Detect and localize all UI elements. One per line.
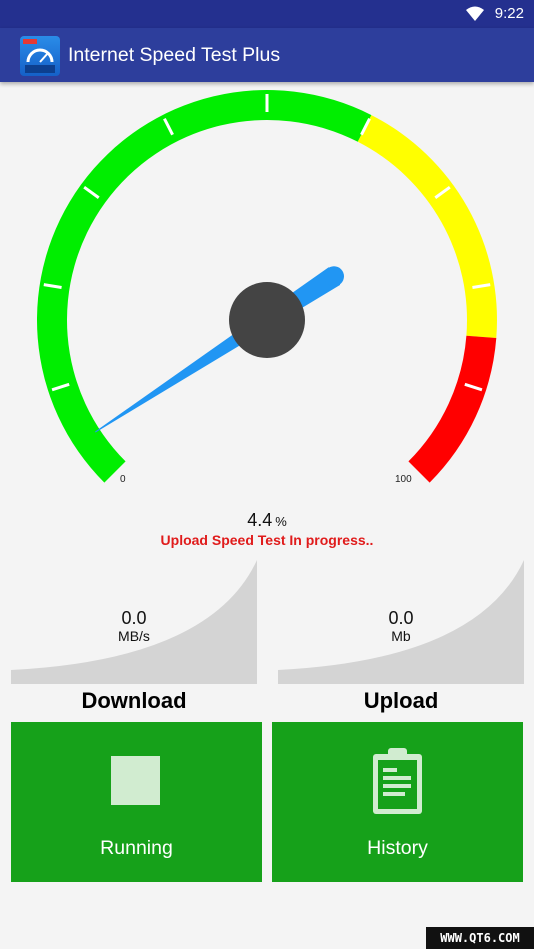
stop-icon <box>111 756 160 805</box>
history-button-label: History <box>367 837 428 859</box>
gauge-hub <box>229 282 305 358</box>
upload-meter: 0.0 Mb <box>278 560 524 684</box>
progress-percent-value: 4.4 <box>247 510 273 530</box>
wifi-icon <box>466 6 484 21</box>
app-title: Internet Speed Test Plus <box>68 44 281 66</box>
upload-unit: Mb <box>391 628 411 644</box>
gauge-red-zone <box>408 335 497 483</box>
gauge-dial <box>37 90 497 483</box>
upload-label: Upload <box>363 688 439 713</box>
gauge-max-label: 100 <box>395 474 412 485</box>
gauge-needle <box>95 267 341 433</box>
status-time: 9:22 <box>494 5 524 22</box>
download-meter: 0.0 MB/s <box>11 560 257 684</box>
gauge-yellow-zone <box>357 115 497 339</box>
gauge-min-label: 0 <box>120 474 126 485</box>
progress-status-text: Upload Speed Test In progress.. <box>160 532 374 548</box>
upload-value: 0.0 <box>388 608 414 628</box>
download-value: 0.0 <box>121 608 147 628</box>
watermark: WWW.QT6.COM <box>426 927 534 949</box>
clipboard-icon <box>373 748 422 814</box>
status-bar: 9:22 <box>0 0 534 28</box>
download-unit: MB/s <box>118 628 150 644</box>
app-bar: Internet Speed Test Plus <box>0 28 534 82</box>
download-label: Download <box>81 688 187 713</box>
progress-percent: 4.4% <box>0 510 534 531</box>
running-button[interactable]: Running <box>11 722 262 882</box>
gauge-needle-cap <box>324 266 345 287</box>
progress-percent-unit: % <box>275 514 287 529</box>
history-button[interactable]: History <box>272 722 523 882</box>
running-button-label: Running <box>100 837 173 859</box>
app-logo-icon <box>20 36 60 76</box>
speed-gauge: 0 100 <box>0 82 534 502</box>
